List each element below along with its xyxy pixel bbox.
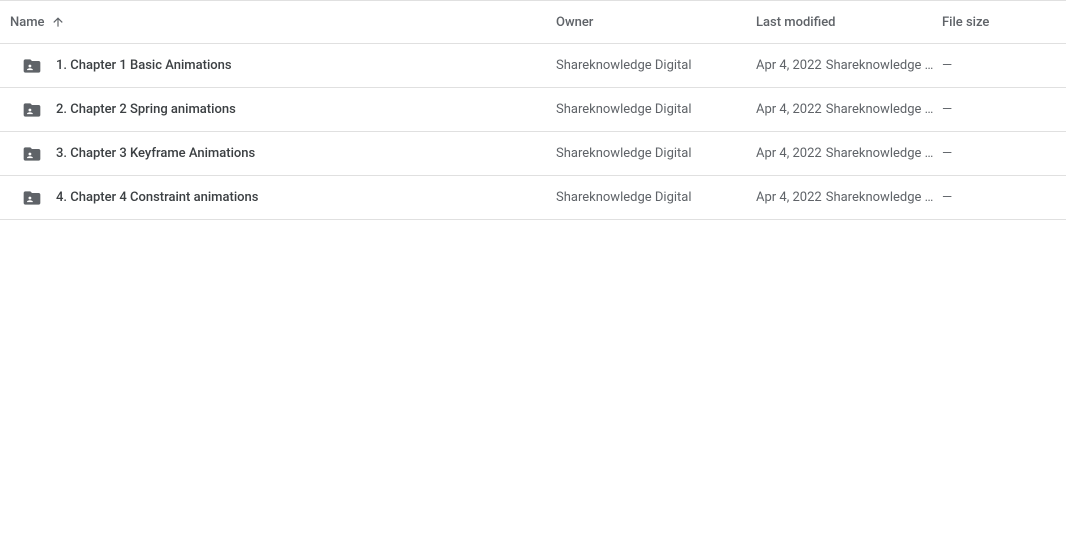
modified-by: Shareknowledge D… — [826, 146, 934, 161]
cell-size: — — [942, 190, 1056, 205]
cell-modified: Apr 4, 2022 Shareknowledge D… — [756, 58, 942, 73]
modified-date: Apr 4, 2022 — [756, 102, 822, 117]
table-row[interactable]: 4. Chapter 4 Constraint animations Share… — [0, 176, 1066, 220]
table-row[interactable]: 3. Chapter 3 Keyframe Animations Sharekn… — [0, 132, 1066, 176]
modified-by: Shareknowledge D… — [826, 190, 934, 205]
table-row[interactable]: 1. Chapter 1 Basic Animations Shareknowl… — [0, 44, 1066, 88]
file-name: 3. Chapter 3 Keyframe Animations — [56, 146, 255, 161]
cell-name: 4. Chapter 4 Constraint animations — [10, 188, 556, 208]
cell-owner: Shareknowledge Digital — [556, 102, 756, 117]
cell-owner: Shareknowledge Digital — [556, 146, 756, 161]
file-name: 2. Chapter 2 Spring animations — [56, 102, 236, 117]
cell-size: — — [942, 102, 1056, 117]
modified-date: Apr 4, 2022 — [756, 146, 822, 161]
table-row[interactable]: 2. Chapter 2 Spring animations Shareknow… — [0, 88, 1066, 132]
modified-by: Shareknowledge D… — [826, 58, 934, 73]
shared-folder-icon — [10, 100, 56, 120]
cell-modified: Apr 4, 2022 Shareknowledge D… — [756, 190, 942, 205]
shared-folder-icon — [10, 144, 56, 164]
cell-modified: Apr 4, 2022 Shareknowledge D… — [756, 102, 942, 117]
column-header-size[interactable]: File size — [942, 15, 1056, 30]
arrow-up-icon — [51, 15, 65, 29]
cell-owner: Shareknowledge Digital — [556, 190, 756, 205]
cell-modified: Apr 4, 2022 Shareknowledge D… — [756, 146, 942, 161]
file-name: 4. Chapter 4 Constraint animations — [56, 190, 258, 205]
modified-by: Shareknowledge D… — [826, 102, 934, 117]
file-name: 1. Chapter 1 Basic Animations — [56, 58, 232, 73]
column-label-name: Name — [10, 15, 45, 30]
column-header-name[interactable]: Name — [10, 15, 556, 30]
file-table: Name Owner Last modified File size 1. Ch… — [0, 0, 1066, 220]
modified-date: Apr 4, 2022 — [756, 190, 822, 205]
shared-folder-icon — [10, 56, 56, 76]
cell-owner: Shareknowledge Digital — [556, 58, 756, 73]
shared-folder-icon — [10, 188, 56, 208]
column-header-modified[interactable]: Last modified — [756, 15, 942, 30]
cell-name: 3. Chapter 3 Keyframe Animations — [10, 144, 556, 164]
cell-size: — — [942, 58, 1056, 73]
cell-name: 2. Chapter 2 Spring animations — [10, 100, 556, 120]
cell-size: — — [942, 146, 1056, 161]
table-header-row: Name Owner Last modified File size — [0, 0, 1066, 44]
cell-name: 1. Chapter 1 Basic Animations — [10, 56, 556, 76]
modified-date: Apr 4, 2022 — [756, 58, 822, 73]
column-header-owner[interactable]: Owner — [556, 15, 756, 30]
